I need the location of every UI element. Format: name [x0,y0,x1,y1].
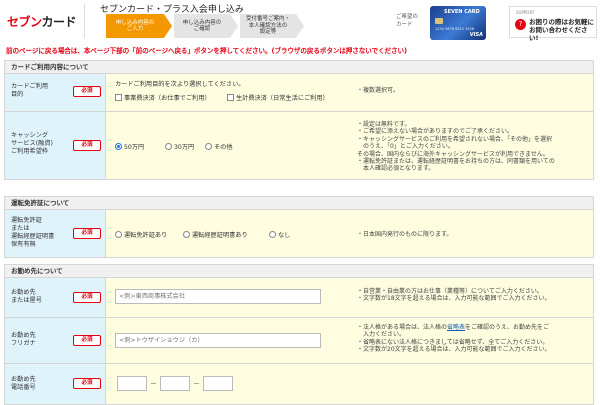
step-1: 申し込み内容の ご入力 [106,14,164,38]
required-badge: 必須 [73,140,101,151]
cashing-notes: ・設定は無料です。 ・ご希望に添えない場合がありますのでご了承ください。 ・キャ… [357,121,555,173]
card-chip-icon [435,18,443,24]
work-name-input[interactable] [115,289,321,304]
dash-separator: － [150,380,157,388]
step-3: 受付番号ご案内・ 本人確認方法の 設定等 [240,14,296,38]
cashing-500k-radio[interactable]: 50万円 [115,142,144,151]
purpose-business-checkbox[interactable]: 事業費決済（お仕事でご利用） [115,93,211,102]
radio-icon [115,231,122,238]
required-badge: 必須 [73,86,101,97]
row-card-purpose: カードご利用 目的 必須 カードご利用目的を次より選択してください。 事業費決済（… [4,74,594,112]
work-name-notes: ・自営業・自由業の方はお仕事（業種等）についてご入力ください。 ・文字数が18文… [357,288,551,303]
purpose-living-checkbox[interactable]: 生計費決済（日常生活にご利用） [227,93,329,102]
work-tel-input-1[interactable] [117,376,147,391]
required-badge: 必須 [73,378,101,389]
row-work-tel: お勤め先 電話番号 必須 － － [4,364,594,405]
step-2: 申し込み内容の ご確認 [174,14,230,38]
checkbox-icon [115,94,122,101]
work-tel-input-3[interactable] [203,376,233,391]
card-purpose-note: ・複数選択可。 [357,87,400,94]
section-license-header: 運転免許証について [4,196,594,210]
card-purpose-label: カードご利用 目的 [11,83,49,98]
row-cashing: キャッシング サービス(融資) ご利用希望枠 必須 50万円 30万円 その他 ・設… [4,112,594,180]
work-name-label: お勤め先 または屋号 [11,289,42,304]
cashing-300k-radio[interactable]: 30万円 [165,142,194,151]
cashing-other-radio[interactable]: その他 [205,142,233,151]
required-badge: 必須 [73,228,101,239]
step-1-arrow [164,14,172,38]
back-button-notice: 前のページに戻る場合は、本ページ下部の「前のページへ戻る」ボタンを押してください… [6,47,407,55]
license-none-radio[interactable]: なし [269,230,290,239]
step-3-arrow [296,14,304,38]
support-contact-button[interactable]: SUPPORT ? お困りの際はお気軽に お問い合わせください! [509,6,597,42]
cashing-label: キャッシング サービス(融資) ご利用希望枠 [11,132,53,155]
header: セブンカード セブンカード・プラス入会申し込み 申し込み内容の ご入力 申し込み内… [0,0,600,42]
card-image: SEVEN CARD 1234 5678 9012 3456 VISA [430,6,486,40]
work-tel-input-2[interactable] [160,376,190,391]
license-yes-radio[interactable]: 運転免許証あり [115,230,167,239]
radio-icon [165,143,172,150]
license-history-radio[interactable]: 運転経歴証明書あり [183,230,248,239]
section-card-usage-header: カードご利用内容について [4,60,594,74]
row-license: 運転免許証 または 運転経歴証明書 保有有無 必須 運転免許証あり 運転経歴証明書あり… [4,210,594,258]
card-purpose-instruction: カードご利用目的を次より選択してください。 [115,81,245,88]
desired-card-label: ご希望の カード [396,14,419,28]
radio-icon [269,231,276,238]
work-kana-input[interactable] [115,333,321,348]
step-2-arrow [230,14,238,38]
seven-card-logo[interactable]: セブンカード [7,13,77,30]
dash-separator: － [193,380,200,388]
section-work-header: お勤め先について [4,264,594,278]
work-kana-label: お勤め先 フリガナ [11,332,36,347]
header-divider [84,4,85,38]
row-work-kana: お勤め先フリガナ 必須 ・法人格がある場合は、法人格の省略表をご確認のうえ、お勤… [4,318,594,364]
radio-icon [183,231,190,238]
work-tel-label: お勤め先 電話番号 [11,376,36,391]
radio-selected-icon [115,143,122,150]
help-icon: ? [515,19,526,30]
license-note: ・日本国内発行のものに限ります。 [357,231,453,238]
required-badge: 必須 [73,292,101,303]
work-kana-notes: ・法人格がある場合は、法人格の省略表をご確認のうえ、お勤め先をご 入力ください。… [357,324,551,354]
abbreviation-table-link[interactable]: 省略表 [447,324,465,331]
row-work-name: お勤め先または屋号 必須 ・自営業・自由業の方はお仕事（業種等）についてご入力く… [4,278,594,318]
checkbox-icon [227,94,234,101]
radio-icon [205,143,212,150]
license-label: 運転免許証 または 運転経歴証明書 保有有無 [11,217,55,248]
required-badge: 必須 [73,335,101,346]
